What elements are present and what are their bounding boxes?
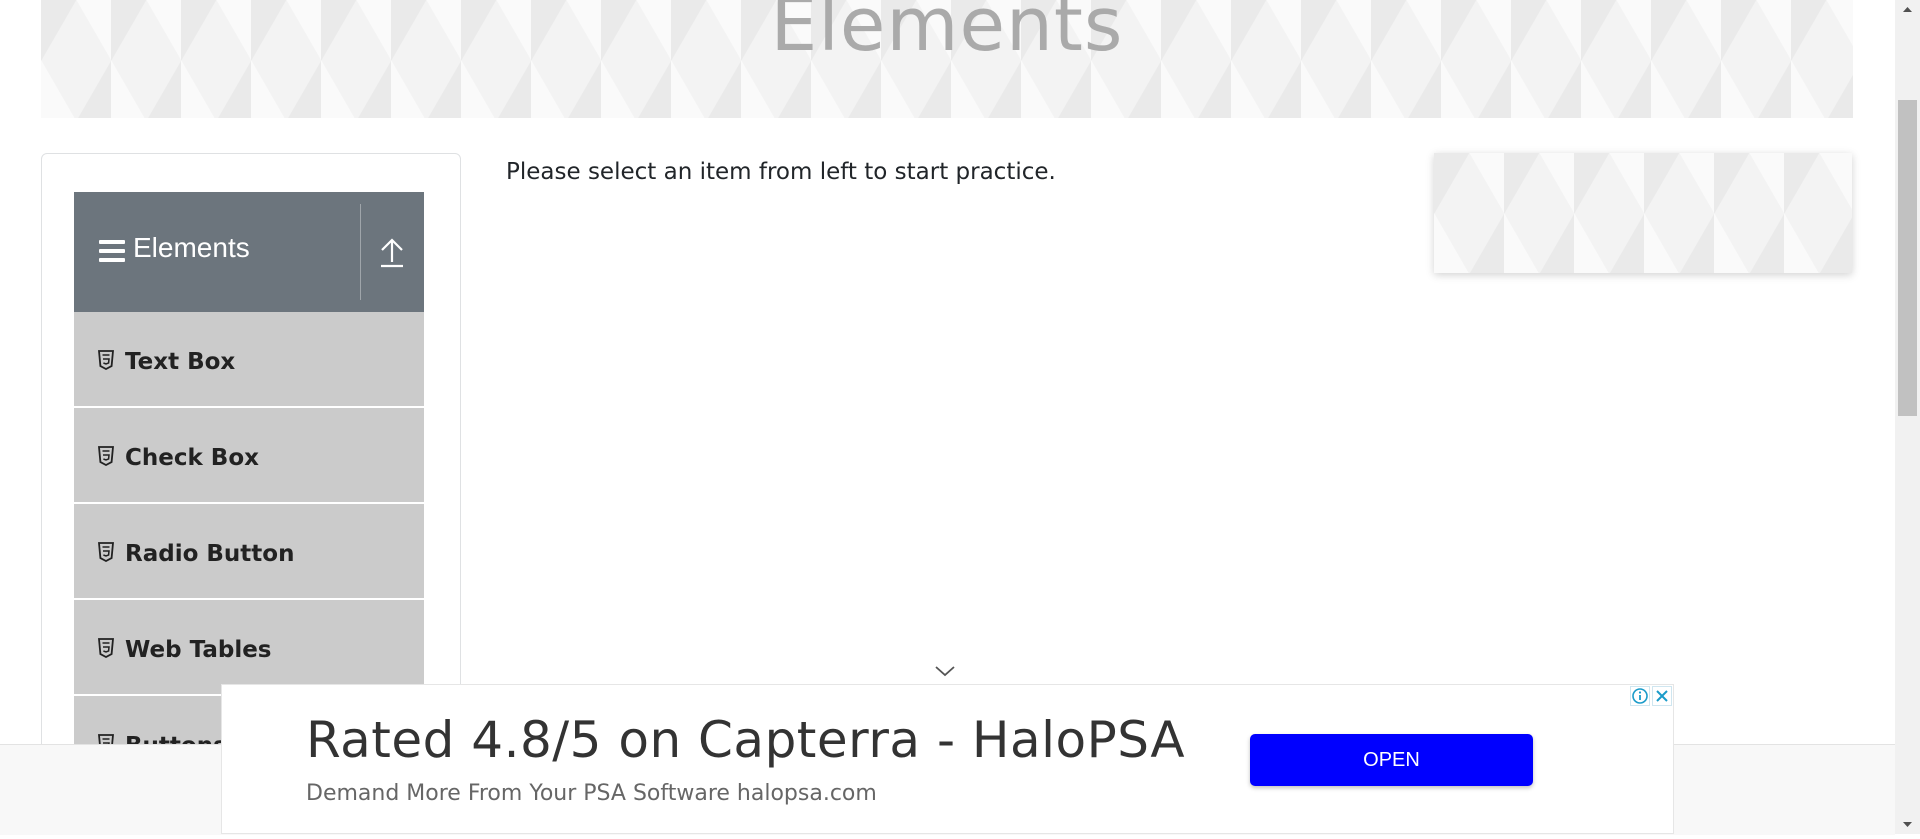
vertical-scrollbar[interactable] bbox=[1895, 0, 1920, 834]
sidebar-viewport: Elements Text Box Check Box Radio Button bbox=[0, 0, 1920, 744]
arrow-up-icon[interactable] bbox=[374, 232, 410, 272]
hamburger-icon bbox=[99, 240, 125, 264]
sidebar-item-check-box[interactable]: Check Box bbox=[74, 408, 424, 504]
html5-icon bbox=[98, 542, 114, 563]
close-icon[interactable] bbox=[1652, 686, 1672, 706]
html5-icon bbox=[98, 734, 114, 744]
sidebar-group-header[interactable]: Elements bbox=[74, 192, 424, 312]
html5-icon bbox=[98, 350, 114, 371]
sidebar-item-web-tables[interactable]: Web Tables bbox=[74, 600, 424, 696]
sidebar-item-label: Text Box bbox=[125, 349, 236, 375]
sidebar-item-label: Radio Button bbox=[125, 541, 295, 567]
ad-subtext[interactable]: Demand More From Your PSA Software halop… bbox=[306, 781, 877, 806]
intro-text: Please select an item from left to start… bbox=[506, 159, 1056, 185]
sidebar-item-radio-button[interactable]: Radio Button bbox=[74, 504, 424, 600]
sidebar-group-title: Elements bbox=[133, 232, 250, 263]
html5-icon bbox=[98, 446, 114, 467]
ad-headline[interactable]: Rated 4.8/5 on Capterra - HaloPSA bbox=[306, 711, 1185, 769]
header-divider bbox=[360, 204, 361, 300]
sidebar-item-label: Check Box bbox=[125, 445, 259, 471]
ad-open-button[interactable]: OPEN bbox=[1250, 734, 1533, 786]
side-ad-placeholder bbox=[1434, 153, 1852, 273]
sidebar-item-text-box[interactable]: Text Box bbox=[74, 312, 424, 408]
sidebar-item-label: Buttons bbox=[125, 733, 227, 744]
scrollbar-thumb[interactable] bbox=[1898, 100, 1917, 416]
scroll-up-icon[interactable] bbox=[1895, 0, 1920, 20]
bottom-ad-banner[interactable]: Rated 4.8/5 on Capterra - HaloPSA Demand… bbox=[221, 684, 1674, 834]
info-icon[interactable] bbox=[1630, 686, 1650, 706]
html5-icon bbox=[98, 638, 114, 659]
chevron-down-icon[interactable] bbox=[935, 664, 955, 678]
sidebar-item-label: Web Tables bbox=[125, 637, 272, 663]
scroll-down-icon[interactable] bbox=[1895, 814, 1920, 834]
